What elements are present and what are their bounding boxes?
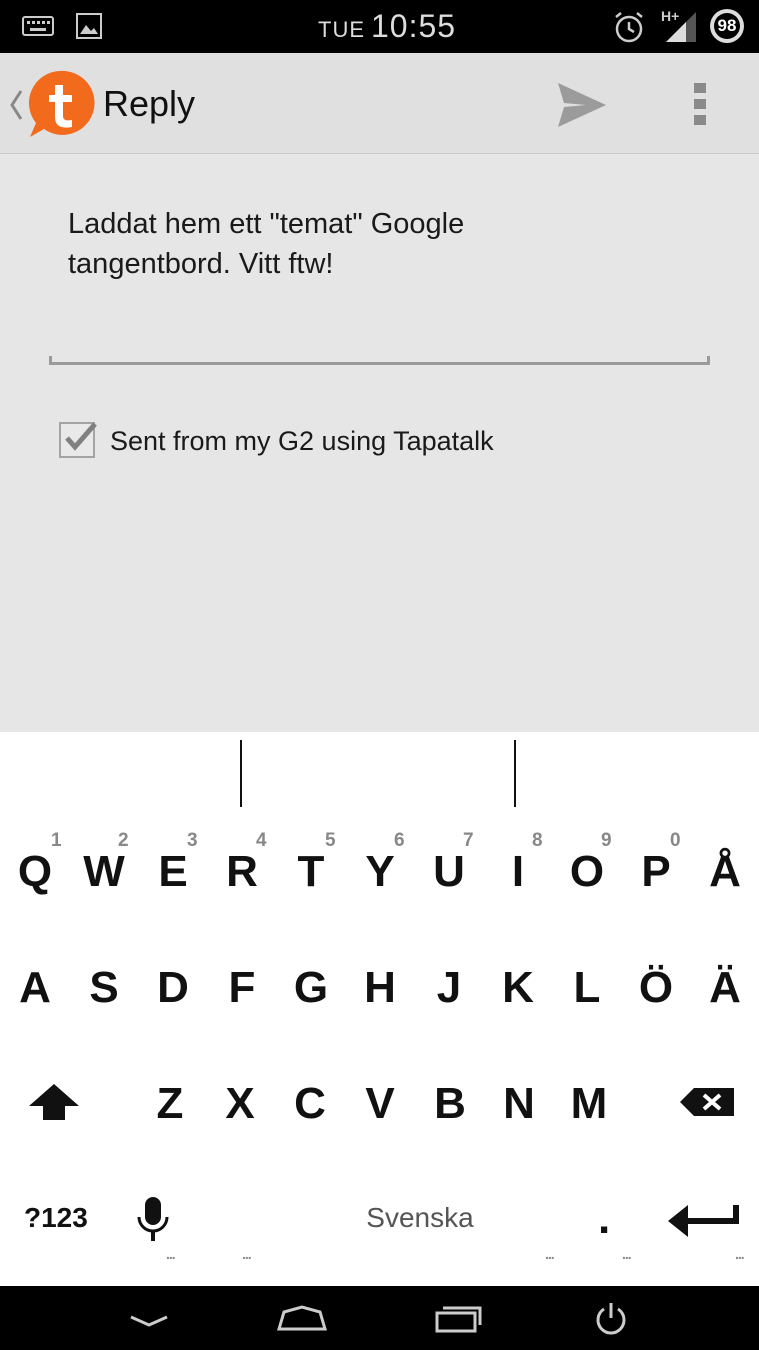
more-dots: ... <box>735 1246 745 1262</box>
more-dots: ... <box>545 1246 555 1262</box>
key-z[interactable]: Z <box>140 1074 200 1134</box>
key-s[interactable]: S <box>74 958 134 1018</box>
key-l[interactable]: L <box>557 958 617 1018</box>
battery-level: 98 <box>717 16 737 35</box>
key-c[interactable]: C <box>280 1074 340 1134</box>
checkmark-icon <box>65 422 97 451</box>
key-x[interactable]: X <box>210 1074 270 1134</box>
more-dots: ... <box>242 1246 252 1262</box>
key-hint: 5 <box>325 830 336 851</box>
shift-icon <box>29 1084 79 1120</box>
key-hint: 1 <box>51 830 62 851</box>
signal-icon <box>666 12 696 42</box>
page-title: Reply <box>103 83 196 124</box>
key-hint: 3 <box>187 830 198 851</box>
key-k[interactable]: K <box>488 958 548 1018</box>
key-o-umlaut[interactable]: Ö <box>626 958 686 1018</box>
backspace-icon <box>680 1088 734 1116</box>
clock: TUE 10:55 <box>318 8 457 44</box>
overflow-menu-icon[interactable] <box>692 81 708 127</box>
action-bar: Reply <box>0 53 759 154</box>
hide-keyboard-icon[interactable] <box>128 1312 170 1330</box>
microphone-icon[interactable] <box>135 1195 171 1245</box>
suggestion-divider <box>514 740 516 807</box>
on-screen-keyboard: Q 1 W 2 E 3 R 4 T 5 Y 6 U 7 I 8 O 9 P 0 … <box>0 732 759 1286</box>
keyboard-icon <box>22 16 54 36</box>
signature-checkbox[interactable] <box>59 422 97 458</box>
text-field-underline <box>49 356 710 365</box>
space-key[interactable]: Svenska <box>340 1202 500 1234</box>
more-dots: ... <box>166 1246 176 1262</box>
key-hint: 7 <box>463 830 474 851</box>
home-icon[interactable] <box>276 1304 328 1332</box>
key-h[interactable]: H <box>350 958 410 1018</box>
key-f[interactable]: F <box>212 958 272 1018</box>
back-chevron-icon[interactable] <box>8 89 24 121</box>
image-icon <box>76 13 102 39</box>
power-icon[interactable] <box>594 1300 628 1336</box>
reply-text-field[interactable]: Laddat hem ett "temat" Google tangentbor… <box>68 204 588 284</box>
reply-form: Laddat hem ett "temat" Google tangentbor… <box>0 154 759 732</box>
key-hint: 0 <box>670 830 681 851</box>
key-hint: 2 <box>118 830 129 851</box>
key-n[interactable]: N <box>489 1074 549 1134</box>
suggestion-divider <box>240 740 242 807</box>
key-hint: 6 <box>394 830 405 851</box>
key-a-umlaut[interactable]: Ä <box>695 958 755 1018</box>
key-a[interactable]: A <box>5 958 65 1018</box>
key-hint: 4 <box>256 830 267 851</box>
more-dots: ... <box>622 1246 632 1262</box>
key-m[interactable]: M <box>559 1074 619 1134</box>
backspace-key[interactable] <box>670 1072 744 1132</box>
alarm-icon <box>615 12 643 43</box>
period-key[interactable]: . <box>598 1194 610 1244</box>
key-hint: 8 <box>532 830 543 851</box>
key-hint: 9 <box>601 830 612 851</box>
navigation-bar <box>0 1286 759 1350</box>
tapatalk-logo-icon[interactable] <box>24 67 96 139</box>
key-d[interactable]: D <box>143 958 203 1018</box>
symbols-key[interactable]: ?123 <box>24 1202 88 1234</box>
key-g[interactable]: G <box>281 958 341 1018</box>
key-j[interactable]: J <box>419 958 479 1018</box>
key-a-ring[interactable]: Å <box>695 842 755 902</box>
status-bar: TUE 10:55 H+ 98 <box>0 0 759 53</box>
shift-key[interactable] <box>18 1072 90 1132</box>
key-v[interactable]: V <box>350 1074 410 1134</box>
send-icon[interactable] <box>556 81 608 129</box>
enter-icon[interactable] <box>666 1201 740 1241</box>
signature-label: Sent from my G2 using Tapatalk <box>110 426 494 456</box>
recents-icon[interactable] <box>434 1304 484 1334</box>
key-b[interactable]: B <box>420 1074 480 1134</box>
